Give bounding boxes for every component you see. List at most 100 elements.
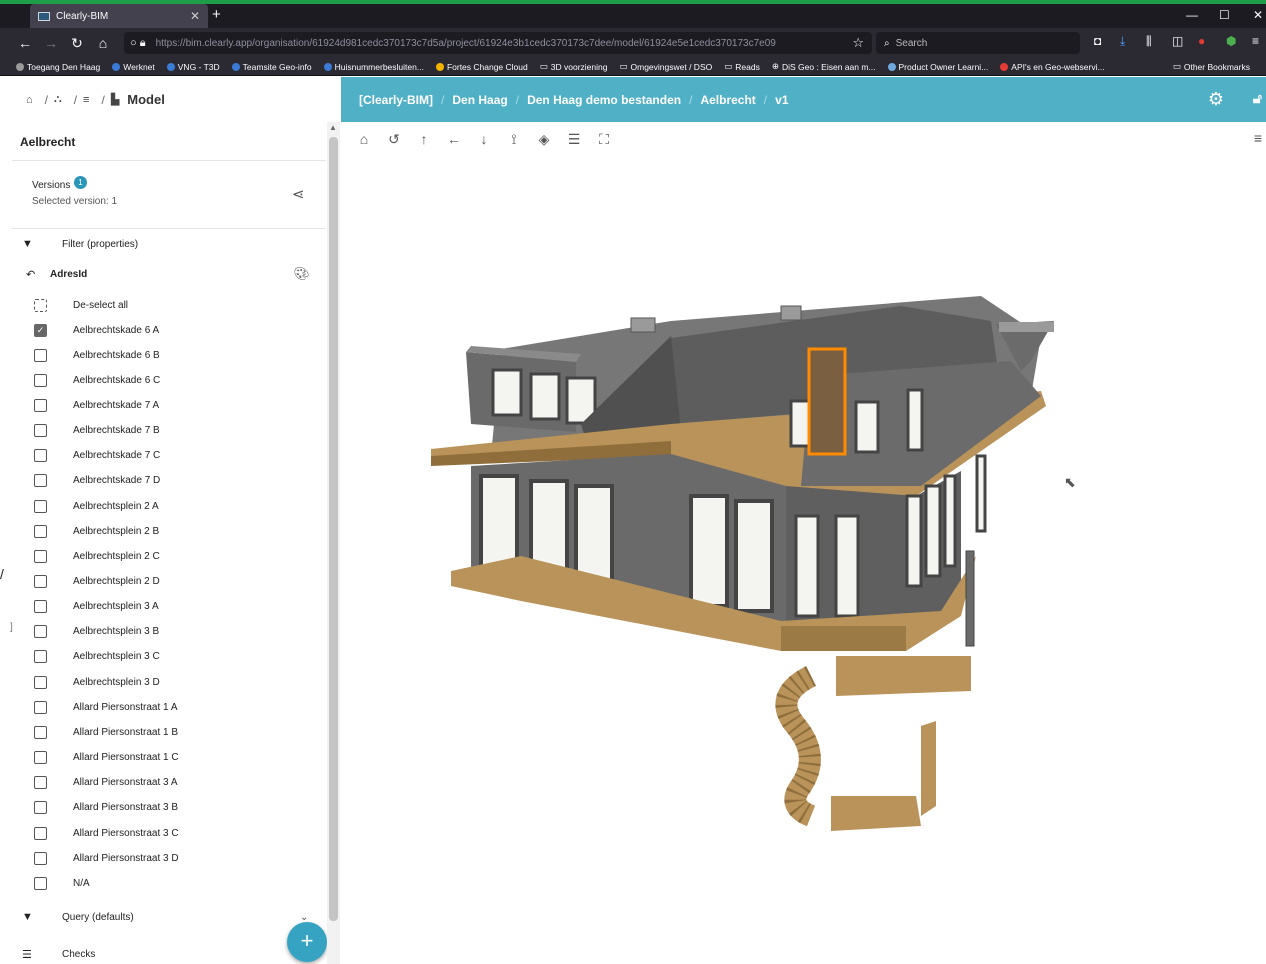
filter-properties-header[interactable]: ▼ Filter (properties) <box>22 238 138 250</box>
breadcrumb-demo-files[interactable]: Den Haag demo bestanden <box>527 93 681 107</box>
home-breadcrumb-icon[interactable]: ⌂ <box>26 94 33 106</box>
address-checkbox[interactable] <box>34 851 47 865</box>
address-checkbox[interactable] <box>34 348 47 362</box>
arrow-left-icon[interactable]: ← <box>439 131 469 147</box>
address-list-item[interactable]: Aelbrechtsplein 2 C <box>34 547 160 565</box>
bookmark-item[interactable]: VNG - T3D <box>166 62 220 72</box>
adresid-group[interactable]: ↶ AdresId 🎨︎ <box>26 266 316 282</box>
home-icon[interactable]: ⌂ <box>349 131 379 147</box>
browser-menu-icon[interactable]: ≡ <box>1252 34 1259 48</box>
bookmark-folder[interactable]: ▭ Reads <box>724 61 760 72</box>
address-list-item[interactable]: N/A <box>34 874 90 892</box>
viewer-menu-icon[interactable]: ≡ <box>1254 130 1262 146</box>
address-checkbox[interactable] <box>34 675 47 689</box>
add-fab-button[interactable]: + <box>287 922 327 962</box>
address-checkbox[interactable] <box>34 449 47 463</box>
url-bar[interactable]: ○ 🔒︎ https://bim.clearly.app/organisatio… <box>124 32 872 54</box>
address-checkbox[interactable] <box>34 700 47 714</box>
address-checkbox[interactable] <box>34 801 47 815</box>
arrow-up-icon[interactable]: ↑ <box>409 131 439 147</box>
browser-tab[interactable]: Clearly-BIM ✕ <box>30 4 208 28</box>
scroll-up-arrow-icon[interactable]: ▲ <box>329 123 337 132</box>
deselect-all[interactable]: De-select all <box>34 296 128 314</box>
address-checkbox[interactable] <box>34 398 47 412</box>
address-checkbox[interactable] <box>34 751 47 765</box>
address-checkbox[interactable] <box>34 826 47 840</box>
address-list-item[interactable]: Allard Piersonstraat 3 A <box>34 774 178 792</box>
address-list-item[interactable]: Allard Piersonstraat 3 D <box>34 849 179 867</box>
new-tab-button[interactable]: + <box>212 6 221 23</box>
address-list-item[interactable]: Aelbrechtskade 6 C <box>34 371 160 389</box>
maximize-icon[interactable]: ☐ <box>1219 8 1230 22</box>
bookmark-item[interactable]: Product Owner Learni... <box>887 62 988 72</box>
address-list-item[interactable]: Allard Piersonstraat 1 C <box>34 749 179 767</box>
address-list-item[interactable]: ✓ Aelbrechtskade 6 A <box>34 321 159 339</box>
other-bookmarks[interactable]: ▭ Other Bookmarks <box>1173 61 1250 72</box>
address-list-item[interactable]: Allard Piersonstraat 3 C <box>34 824 179 842</box>
address-list-item[interactable]: Aelbrechtsplein 3 A <box>34 598 159 616</box>
list-icon[interactable]: ≡ <box>83 94 89 106</box>
browser-search-input[interactable]: ⌕ Search <box>876 32 1080 54</box>
address-checkbox[interactable] <box>34 650 47 664</box>
browser-home-icon[interactable]: ⌂ <box>90 35 116 51</box>
address-checkbox[interactable] <box>34 876 47 890</box>
address-checkbox[interactable] <box>34 549 47 563</box>
breadcrumb-version[interactable]: v1 <box>775 93 788 107</box>
filter-icon[interactable]: ☰ <box>559 131 589 148</box>
pocket-icon[interactable]: ◘ <box>1094 34 1101 48</box>
address-list-item[interactable]: Aelbrechtsplein 2 A <box>34 497 159 515</box>
organisation-icon[interactable]: ⛬ <box>54 93 62 106</box>
arrow-down-icon[interactable]: ↓ <box>469 131 499 147</box>
extension-red-icon[interactable]: ● <box>1198 34 1205 48</box>
bookmark-star-icon[interactable]: ☆ <box>852 35 864 51</box>
address-list-item[interactable]: Aelbrechtsplein 2 D <box>34 573 160 591</box>
layers-icon[interactable]: ◈ <box>529 131 559 148</box>
address-list-item[interactable]: Aelbrechtskade 7 D <box>34 472 160 490</box>
deselect-checkbox[interactable] <box>34 298 47 312</box>
close-tab-icon[interactable]: ✕ <box>190 9 200 23</box>
address-list-item[interactable]: Allard Piersonstraat 1 A <box>34 698 178 716</box>
address-checkbox[interactable] <box>34 625 47 639</box>
sidebar-scroll-thumb[interactable] <box>329 137 338 921</box>
checks-header[interactable]: ☰ Checks <box>22 948 95 961</box>
address-list-item[interactable]: Aelbrechtskade 7 C <box>34 447 160 465</box>
address-list-item[interactable]: Allard Piersonstraat 1 B <box>34 723 178 741</box>
versions-label[interactable]: Versions <box>32 180 70 191</box>
bookmark-folder[interactable]: ▭ 3D voorziening <box>540 61 608 72</box>
breadcrumb-clearly[interactable]: [Clearly-BIM] <box>359 93 433 107</box>
address-list-item[interactable]: Aelbrechtskade 7 A <box>34 396 159 414</box>
selected-element-highlight[interactable] <box>807 347 847 456</box>
reload-icon[interactable]: ↻ <box>64 35 90 52</box>
share-icon[interactable]: ⋖ <box>292 185 305 203</box>
address-list-item[interactable]: Aelbrechtskade 7 B <box>34 422 160 440</box>
download-icon[interactable]: ⤓ <box>1120 34 1125 49</box>
palette-icon[interactable]: 🎨︎ <box>293 266 310 282</box>
bookmark-item[interactable]: Toegang Den Haag <box>16 62 100 72</box>
address-list-item[interactable]: Aelbrechtskade 6 B <box>34 346 160 364</box>
address-list-item[interactable]: Aelbrechtsplein 2 B <box>34 522 159 540</box>
minimize-icon[interactable]: — <box>1186 8 1198 22</box>
settings-gear-icon[interactable]: ⚙ <box>1208 89 1224 110</box>
address-checkbox[interactable] <box>34 474 47 488</box>
address-checkbox[interactable] <box>34 373 47 387</box>
fullscreen-icon[interactable]: ⛶ <box>589 131 619 148</box>
sidebar-toggle-icon[interactable]: ◫ <box>1172 34 1183 48</box>
breadcrumb-aelbrecht[interactable]: Aelbrecht <box>700 93 755 107</box>
address-checkbox[interactable] <box>34 776 47 790</box>
address-list-item[interactable]: Aelbrechtsplein 3 C <box>34 648 160 666</box>
bookmark-item[interactable]: API's en Geo-webservi... <box>1000 62 1105 72</box>
close-window-icon[interactable]: ✕ <box>1253 8 1263 22</box>
extension-green-icon[interactable]: ⬢ <box>1226 34 1236 48</box>
address-checkbox[interactable] <box>34 725 47 739</box>
address-checkbox[interactable] <box>34 499 47 513</box>
bookmark-item[interactable]: ⊕ DiS Geo : Eisen aan m... <box>772 61 876 72</box>
address-list-item[interactable]: Aelbrechtsplein 3 D <box>34 673 160 691</box>
address-list-item[interactable]: Allard Piersonstraat 3 B <box>34 799 178 817</box>
library-icon[interactable]: ⫼ <box>1146 34 1152 49</box>
bookmark-folder[interactable]: ▭ Omgevingswet / DSO <box>619 61 712 72</box>
address-checkbox[interactable] <box>34 600 47 614</box>
bookmark-item[interactable]: Huisnummerbesluiten... <box>323 62 424 72</box>
back-icon[interactable]: ← <box>12 35 38 51</box>
address-checkbox[interactable] <box>34 424 47 438</box>
forward-icon[interactable]: → <box>38 35 64 51</box>
